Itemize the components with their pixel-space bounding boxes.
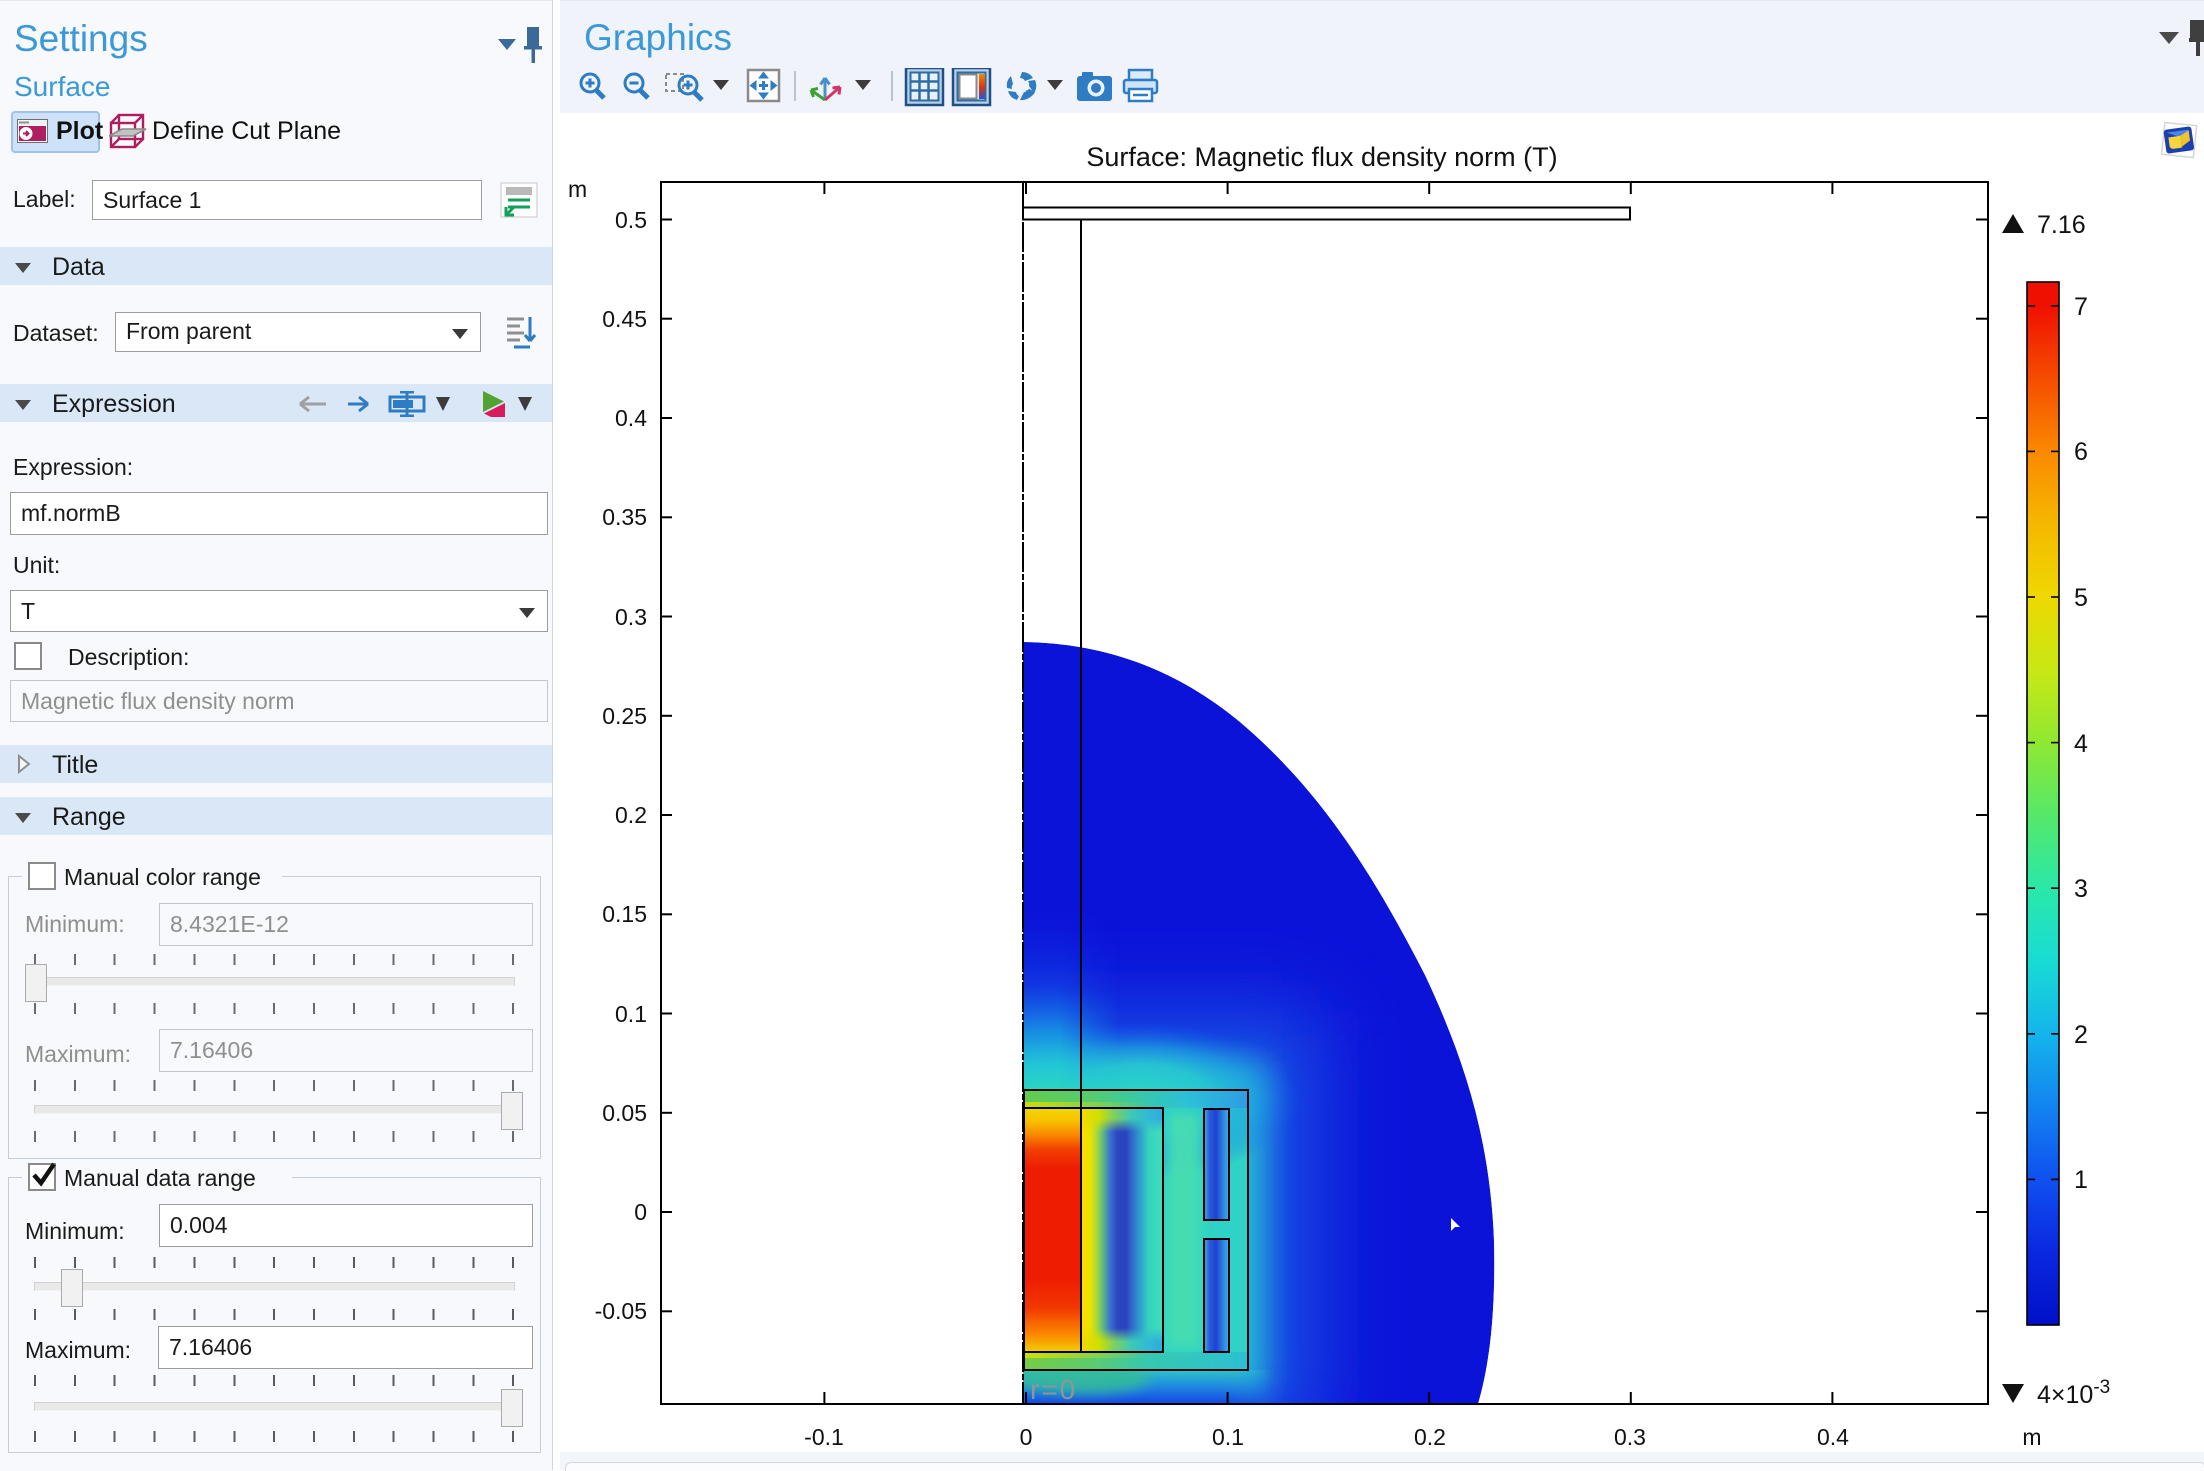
svg-text:0.1: 0.1 bbox=[1212, 1424, 1244, 1450]
svg-text:0: 0 bbox=[634, 1199, 647, 1225]
svg-text:m: m bbox=[568, 176, 587, 202]
svg-text:0.4: 0.4 bbox=[615, 405, 647, 431]
svg-text:0.2: 0.2 bbox=[1414, 1424, 1446, 1450]
svg-text:3: 3 bbox=[2074, 875, 2088, 903]
svg-text:4×10-3: 4×10-3 bbox=[2037, 1377, 2110, 1409]
svg-text:0.45: 0.45 bbox=[602, 306, 647, 332]
svg-text:0.3: 0.3 bbox=[615, 604, 647, 630]
svg-text:0.2: 0.2 bbox=[615, 802, 647, 828]
svg-text:0.15: 0.15 bbox=[602, 901, 647, 927]
svg-text:5: 5 bbox=[2074, 584, 2088, 612]
svg-text:2: 2 bbox=[2074, 1021, 2088, 1049]
svg-text:0.5: 0.5 bbox=[615, 207, 647, 233]
svg-text:r=0: r=0 bbox=[1030, 1374, 1077, 1405]
svg-text:0.4: 0.4 bbox=[1817, 1424, 1849, 1450]
svg-text:7: 7 bbox=[2074, 293, 2088, 321]
svg-text:7.16: 7.16 bbox=[2037, 211, 2086, 239]
svg-text:0: 0 bbox=[1020, 1424, 1033, 1450]
svg-text:0.1: 0.1 bbox=[615, 1001, 647, 1027]
svg-text:1: 1 bbox=[2074, 1166, 2088, 1194]
svg-text:-0.1: -0.1 bbox=[804, 1424, 844, 1450]
svg-text:m: m bbox=[2022, 1424, 2041, 1450]
svg-text:0.05: 0.05 bbox=[602, 1100, 647, 1126]
svg-text:Surface: Magnetic flux density: Surface: Magnetic flux density norm (T) bbox=[1086, 142, 1557, 172]
svg-text:6: 6 bbox=[2074, 438, 2088, 466]
svg-text:0.25: 0.25 bbox=[602, 703, 647, 729]
svg-text:-0.05: -0.05 bbox=[595, 1298, 647, 1324]
svg-text:0.3: 0.3 bbox=[1614, 1424, 1646, 1450]
svg-text:4: 4 bbox=[2074, 730, 2088, 758]
svg-text:0.35: 0.35 bbox=[602, 504, 647, 530]
